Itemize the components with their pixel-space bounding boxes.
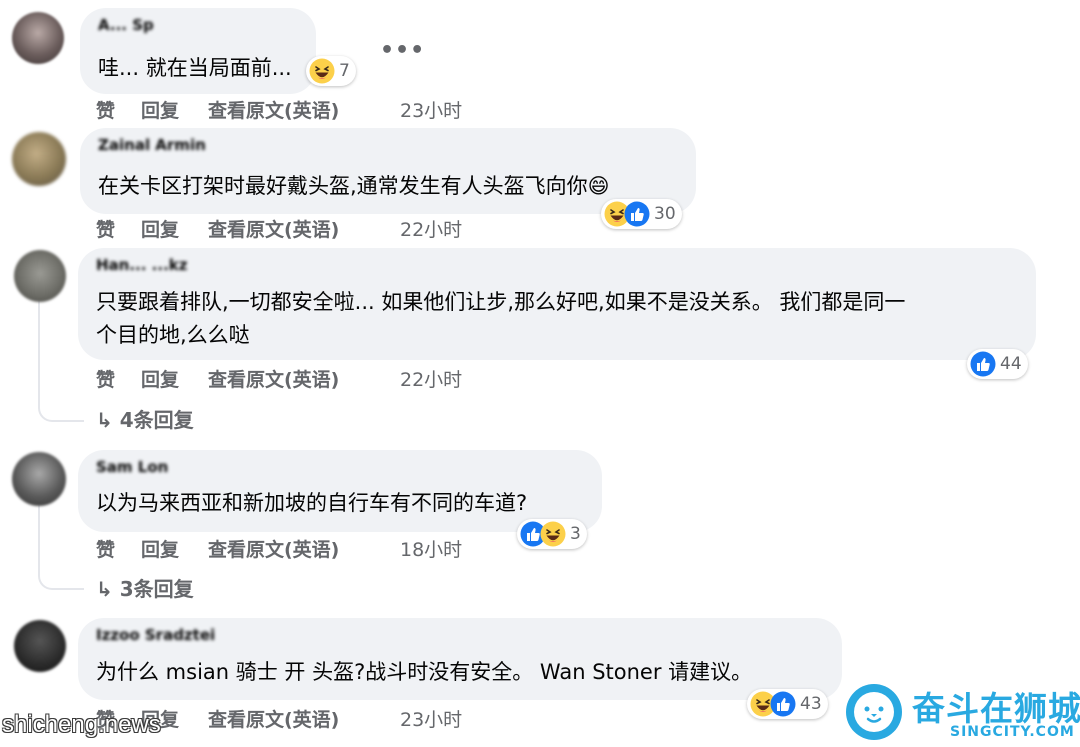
- reaction-summary[interactable]: 43: [747, 689, 828, 719]
- more-horizontal-icon[interactable]: •••: [380, 38, 425, 63]
- like-button[interactable]: 赞: [96, 215, 115, 242]
- reply-button[interactable]: 回复: [141, 365, 179, 392]
- comment-text: 哇... 就在当局面前...: [98, 56, 292, 80]
- reaction-summary[interactable]: 30: [601, 199, 682, 229]
- like-button[interactable]: 赞: [96, 535, 115, 562]
- comment-bubble: Han... ...kz 只要跟着排队,一切都安全啦... 如果他们让步,那么好…: [78, 248, 1036, 360]
- haha-reaction-icon: [540, 521, 566, 547]
- see-original-button[interactable]: 查看原文(英语): [208, 705, 339, 732]
- comment-text: 为什么 msian 骑士 开 头盔?战斗时没有安全。 Wan Stoner 请建…: [96, 660, 753, 684]
- reply-button[interactable]: 回复: [141, 535, 179, 562]
- avatar[interactable]: [12, 132, 66, 186]
- reaction-count: 44: [1000, 354, 1022, 374]
- comment-timestamp[interactable]: 23小时: [400, 705, 462, 732]
- reply-arrow-icon: ↳: [96, 577, 120, 601]
- see-original-button[interactable]: 查看原文(英语): [208, 535, 339, 562]
- replies-count: 4条回复: [119, 408, 194, 432]
- comment-timestamp[interactable]: 18小时: [400, 535, 462, 562]
- comment-bubble: Zainal Armin 在关卡区打架时最好戴头盔,通常发生有人头盔飞向你😄: [80, 128, 696, 214]
- view-replies-link[interactable]: ↳ 3条回复: [96, 573, 194, 602]
- lion-logo-icon: [846, 684, 902, 740]
- comment-bubble: A... Sp 哇... 就在当局面前...: [80, 8, 316, 94]
- see-original-button[interactable]: 查看原文(英语): [208, 365, 339, 392]
- comment-bubble: Izzoo Sradztei 为什么 msian 骑士 开 头盔?战斗时没有安全…: [78, 618, 842, 700]
- thread-connector: [38, 560, 84, 590]
- comment-timestamp[interactable]: 22小时: [400, 215, 462, 242]
- comment-author[interactable]: Zainal Armin: [98, 136, 206, 154]
- reaction-summary[interactable]: 3: [517, 519, 587, 549]
- comment-text: 在关卡区打架时最好戴头盔,通常发生有人头盔飞向你😄: [98, 174, 610, 198]
- comment-author[interactable]: Sam Lon: [96, 458, 168, 476]
- reaction-summary[interactable]: 7: [306, 56, 356, 86]
- comment-author[interactable]: Izzoo Sradztei: [96, 626, 215, 644]
- comment-bubble: Sam Lon 以为马来西亚和新加坡的自行车有不同的车道?: [78, 450, 602, 532]
- comment-author[interactable]: Han... ...kz: [96, 256, 187, 274]
- reply-button[interactable]: 回复: [141, 96, 179, 123]
- like-reaction-icon: [770, 691, 796, 717]
- haha-reaction-icon: [309, 58, 335, 84]
- avatar[interactable]: [12, 452, 66, 506]
- comment-timestamp[interactable]: 23小时: [400, 96, 462, 123]
- view-replies-link[interactable]: ↳ 4条回复: [96, 404, 194, 433]
- like-button[interactable]: 赞: [96, 365, 115, 392]
- comment-timestamp[interactable]: 22小时: [400, 365, 462, 392]
- like-button[interactable]: 赞: [96, 96, 115, 123]
- logo-subtitle: SINGCITY.COM: [950, 724, 1075, 740]
- comment-author[interactable]: A... Sp: [98, 16, 154, 34]
- reaction-count: 43: [800, 694, 822, 714]
- reaction-count: 30: [654, 204, 676, 224]
- watermark: shicheng.news: [2, 711, 161, 738]
- avatar[interactable]: [12, 12, 64, 64]
- thread-line: [38, 300, 40, 402]
- comment-text: 只要跟着排队,一切都安全啦... 如果他们让步,那么好吧,如果不是没关系。 我们…: [96, 290, 906, 314]
- replies-count: 3条回复: [119, 577, 194, 601]
- comment-text: 个目的地,么么哒: [96, 323, 250, 347]
- reaction-count: 7: [339, 61, 350, 81]
- see-original-button[interactable]: 查看原文(英语): [208, 215, 339, 242]
- like-reaction-icon: [970, 351, 996, 377]
- logo-title: 奋斗在狮城: [912, 689, 1080, 728]
- thread-connector: [38, 392, 84, 422]
- see-original-button[interactable]: 查看原文(英语): [208, 96, 339, 123]
- reaction-summary[interactable]: 44: [967, 349, 1028, 379]
- reply-arrow-icon: ↳: [96, 408, 120, 432]
- like-reaction-icon: [624, 201, 650, 227]
- reaction-count: 3: [570, 524, 581, 544]
- reply-button[interactable]: 回复: [141, 215, 179, 242]
- comment-text: 以为马来西亚和新加坡的自行车有不同的车道?: [96, 491, 528, 515]
- avatar[interactable]: [14, 250, 66, 302]
- avatar[interactable]: [14, 620, 66, 672]
